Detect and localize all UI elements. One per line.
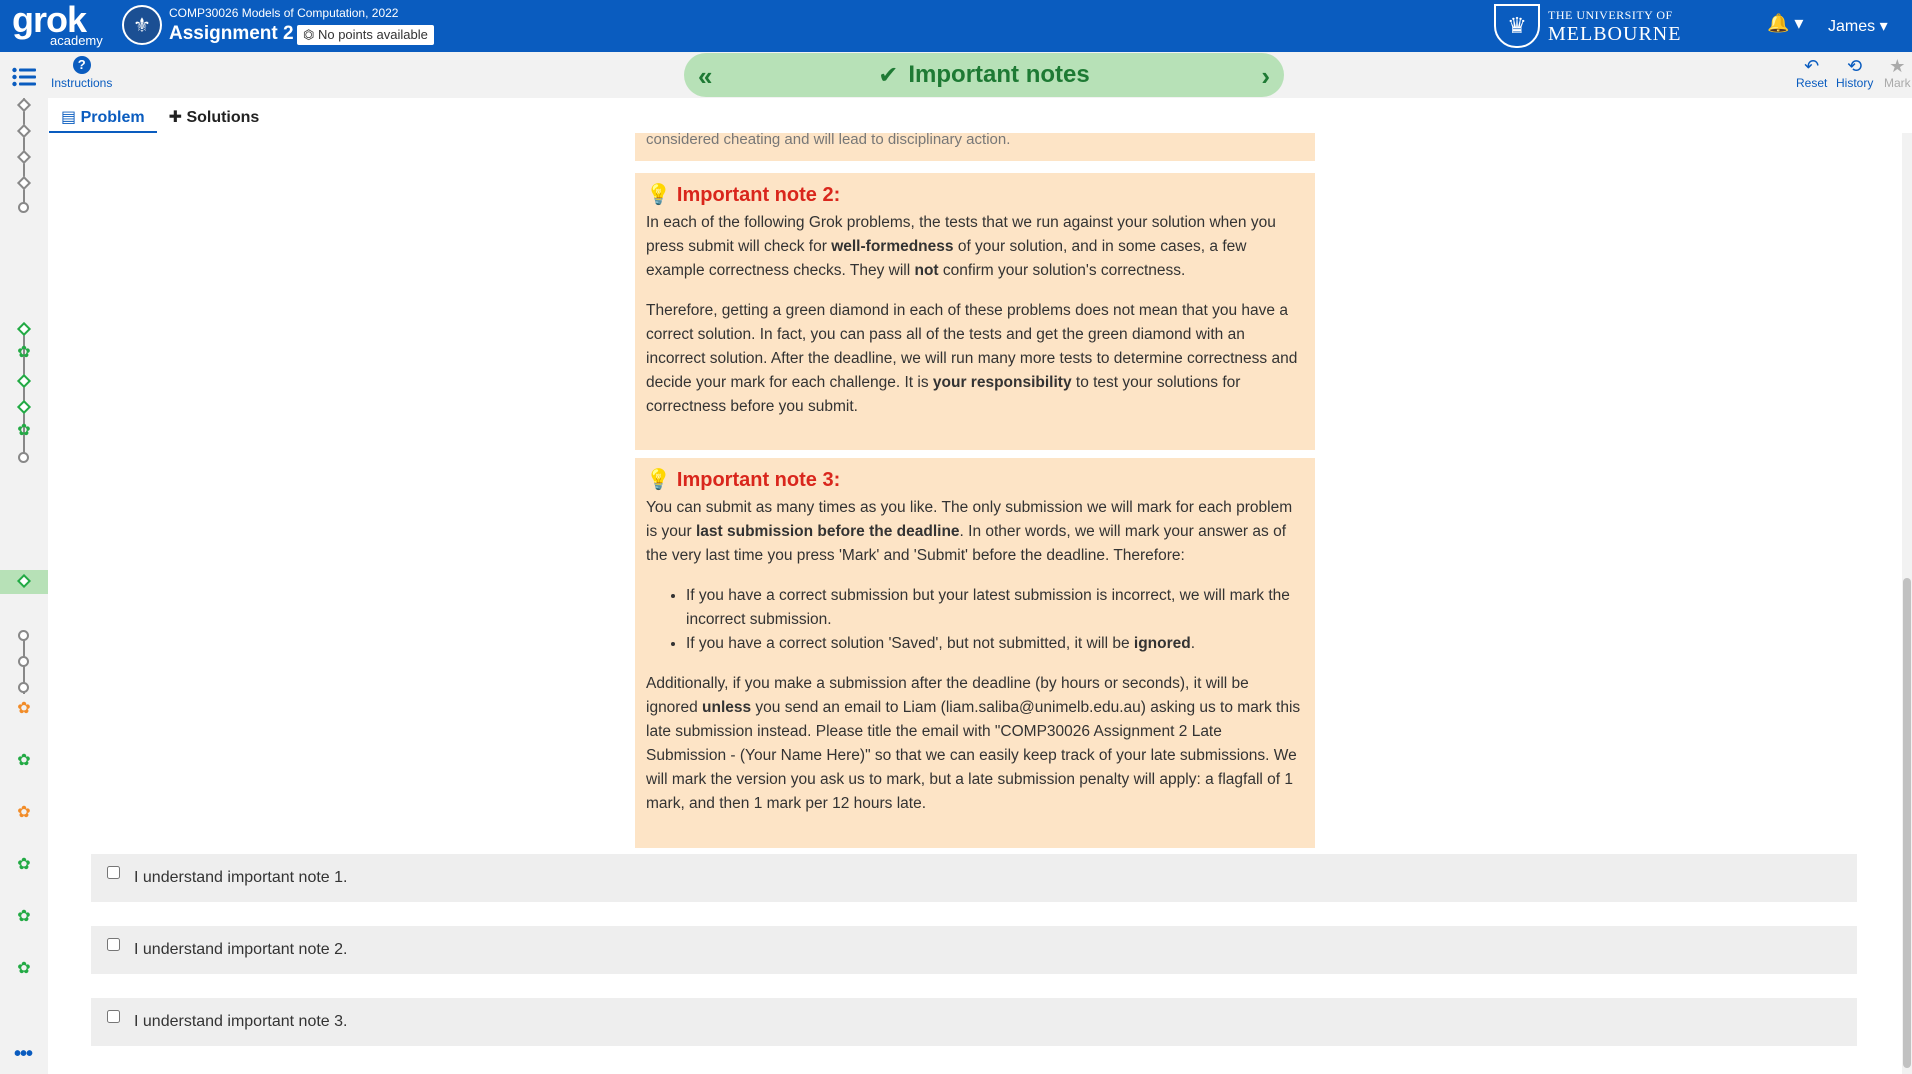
- user-name: James: [1828, 18, 1876, 35]
- note3-checkbox-label: I understand important note 3.: [134, 1013, 348, 1030]
- instructions-label: Instructions: [51, 76, 113, 90]
- next-problem-icon[interactable]: ›: [1261, 61, 1270, 92]
- problem-content: considered cheating and will lead to dis…: [48, 133, 1902, 1074]
- note2-checkbox-label: I understand important note 2.: [134, 941, 348, 958]
- mark-label: Mark: [1884, 76, 1911, 90]
- note1-checkbox[interactable]: [107, 865, 120, 879]
- problem-node-diamond[interactable]: [16, 175, 32, 191]
- problem-node-circle[interactable]: [18, 452, 29, 463]
- note2-paragraph-2: Therefore, getting a green diamond in ea…: [646, 302, 1298, 415]
- puzzle-icon: ✚: [168, 109, 187, 126]
- scrollbar-thumb[interactable]: [1903, 578, 1911, 1068]
- acknowledge-note-2[interactable]: I understand important note 2.: [91, 926, 1857, 974]
- help-icon: ?: [72, 56, 91, 74]
- note3-title: 💡 Important note 3:: [646, 469, 841, 491]
- toolbar: ? Instructions « ✔ Important notes › ↶ R…: [0, 52, 1912, 98]
- history-icon: ⟲: [1847, 56, 1863, 76]
- problem-node-circle[interactable]: [18, 682, 29, 693]
- reset-button[interactable]: ↶ Reset: [1796, 56, 1827, 90]
- reset-label: Reset: [1796, 76, 1828, 90]
- problem-node-complete[interactable]: [16, 373, 32, 389]
- note1-text-tail: considered cheating and will lead to dis…: [646, 133, 1011, 148]
- notifications-bell-icon[interactable]: 🔔 ▾: [1767, 13, 1803, 34]
- more-options-icon[interactable]: •••: [14, 1043, 33, 1066]
- note1-checkbox-label: I understand important note 1.: [134, 869, 348, 886]
- problem-list-icon[interactable]: [12, 67, 36, 87]
- tab-solutions-label: Solutions: [186, 109, 260, 126]
- lightbulb-icon: 💡: [646, 469, 671, 491]
- note3-list: If you have a correct submission but you…: [686, 584, 1304, 656]
- note2-checkbox[interactable]: [107, 937, 120, 951]
- instructions-button[interactable]: ? Instructions: [51, 56, 112, 90]
- undo-icon: ↶: [1804, 56, 1820, 76]
- problem-node-circle[interactable]: [18, 656, 29, 667]
- tab-problem-label: Problem: [80, 109, 145, 126]
- course-crest-icon: ⚜: [122, 5, 162, 45]
- acknowledge-note-3[interactable]: I understand important note 3.: [91, 998, 1857, 1046]
- history-label: History: [1836, 76, 1874, 90]
- list-item: If you have a correct solution 'Saved', …: [686, 632, 1304, 656]
- points-badge-label: No points available: [317, 27, 428, 42]
- problem-node-complete[interactable]: [16, 399, 32, 415]
- problem-node-diamond[interactable]: [16, 97, 32, 113]
- previous-problem-icon[interactable]: «: [698, 61, 712, 92]
- important-note-2: 💡 Important note 2: In each of the follow…: [635, 173, 1315, 450]
- problem-title: Important notes: [908, 61, 1090, 88]
- problem-title-banner: « ✔ Important notes ›: [684, 53, 1284, 97]
- gear-icon[interactable]: ✿: [17, 961, 31, 977]
- note3-paragraph-2: Additionally, if you make a submission a…: [646, 675, 1301, 812]
- gear-icon[interactable]: ✿: [17, 701, 31, 717]
- note3-paragraph-1: You can submit as many times as you like…: [646, 499, 1293, 564]
- user-menu[interactable]: James ▾: [1828, 16, 1888, 36]
- document-icon: ▤: [61, 109, 81, 126]
- acknowledge-note-1[interactable]: I understand important note 1.: [91, 854, 1857, 902]
- university-shield-icon: ♛: [1494, 4, 1540, 48]
- trophy-icon: ⏣: [303, 27, 318, 42]
- top-bar: grok academy ⚜ COMP30026 Models of Compu…: [0, 0, 1912, 52]
- problem-node-diamond[interactable]: [16, 149, 32, 165]
- gear-icon[interactable]: ✿: [17, 423, 31, 439]
- gear-icon[interactable]: ✿: [17, 753, 31, 769]
- problem-navigation-rail: ✿ ✿ ✿ ✿ ✿ ✿ ✿ ✿ •••: [0, 97, 48, 1074]
- note3-checkbox[interactable]: [107, 1009, 120, 1023]
- important-note-1-partial: considered cheating and will lead to dis…: [635, 133, 1315, 161]
- mark-button[interactable]: ★ Mark: [1884, 56, 1911, 90]
- content-scrollbar[interactable]: [1902, 133, 1912, 1074]
- university-line2: MELBOURNE: [1548, 22, 1682, 45]
- tab-bar: ▤ Problem ✚ Solutions: [49, 103, 271, 133]
- history-button[interactable]: ⟲ History: [1836, 56, 1873, 90]
- note2-paragraph-1: In each of the following Grok problems, …: [646, 214, 1276, 279]
- gear-icon[interactable]: ✿: [17, 909, 31, 925]
- university-logo[interactable]: ♛ THE UNIVERSITY OF MELBOURNE: [1494, 3, 1681, 49]
- gear-icon[interactable]: ✿: [17, 857, 31, 873]
- logo-subtext: academy: [50, 33, 103, 48]
- problem-node-complete[interactable]: [16, 321, 32, 337]
- important-note-3: 💡 Important note 3: You can submit as man…: [635, 458, 1315, 848]
- list-item: If you have a correct submission but you…: [686, 584, 1304, 632]
- problem-node-circle[interactable]: [18, 202, 29, 213]
- gear-icon[interactable]: ✿: [17, 345, 31, 361]
- tab-problem[interactable]: ▤ Problem: [49, 103, 157, 133]
- problem-node-diamond[interactable]: [16, 123, 32, 139]
- assignment-title: Assignment 2: [169, 23, 294, 44]
- problem-node-circle[interactable]: [18, 630, 29, 641]
- gear-icon[interactable]: ✿: [17, 805, 31, 821]
- grok-logo[interactable]: grok academy: [12, 2, 103, 49]
- note2-title: 💡 Important note 2:: [646, 184, 841, 206]
- lightbulb-icon: 💡: [646, 184, 671, 206]
- tab-solutions[interactable]: ✚ Solutions: [157, 103, 272, 133]
- star-icon: ★: [1889, 56, 1906, 76]
- course-title: COMP30026 Models of Computation, 2022: [169, 6, 399, 20]
- check-icon: ✔: [878, 61, 899, 89]
- points-badge: ⏣ No points available: [297, 25, 434, 45]
- university-line1: THE UNIVERSITY OF: [1548, 7, 1673, 22]
